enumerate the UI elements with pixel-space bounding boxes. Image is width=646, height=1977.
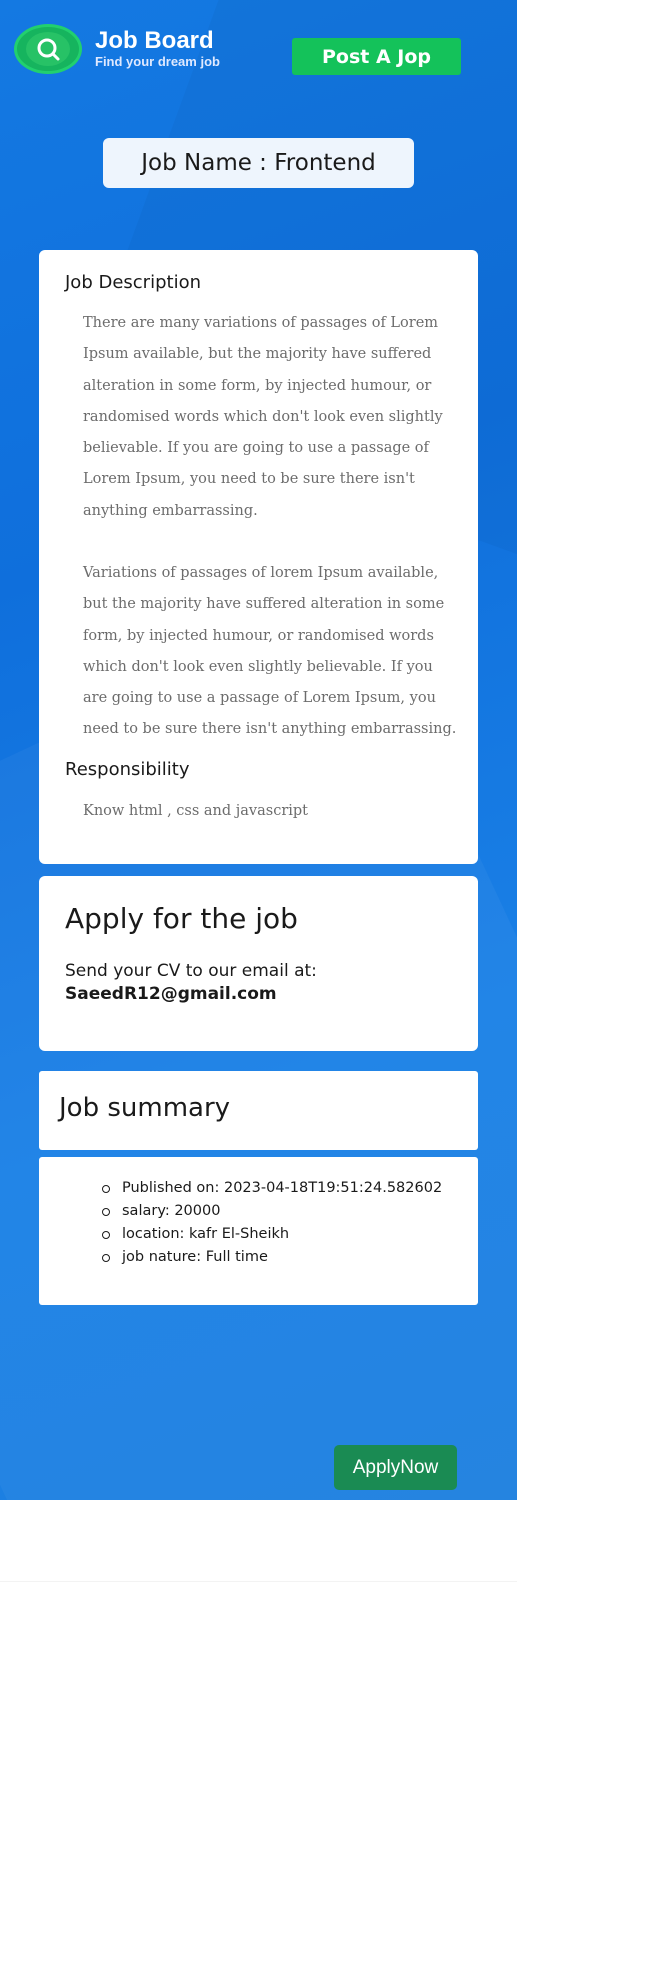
job-summary-title: Job summary <box>59 1093 231 1123</box>
job-summary-body: Published on: 2023-04-18T19:51:24.582602… <box>39 1157 478 1305</box>
job-description-paragraph: Variations of passages of lorem Ipsum av… <box>83 565 457 738</box>
job-summary-header: Job summary <box>39 1071 478 1150</box>
search-icon <box>26 32 70 66</box>
responsibility-text: Know html , css and javascript <box>83 803 309 819</box>
page-background: Job Board Find your dream job Post A Jop… <box>0 0 517 1500</box>
divider <box>0 1581 517 1582</box>
job-name-title: Job Name : Frontend <box>103 138 414 188</box>
job-description-paragraph: There are many variations of passages of… <box>83 315 443 519</box>
brand-subtitle: Find your dream job <box>95 54 220 69</box>
apply-email: SaeedR12@gmail.com <box>65 984 277 1004</box>
post-job-button[interactable]: Post A Jop <box>292 38 461 75</box>
apply-title: Apply for the job <box>65 902 298 935</box>
responsibility-heading: Responsibility <box>65 759 190 780</box>
job-description-card: Job Description There are many variation… <box>39 250 478 864</box>
apply-card: Apply for the job Send your CV to our em… <box>39 876 478 1051</box>
job-description-heading: Job Description <box>65 272 201 293</box>
logo[interactable] <box>14 24 82 74</box>
summary-job-nature: job nature: Full time <box>101 1246 442 1269</box>
brand-title: Job Board <box>95 27 214 54</box>
brand: Job Board Find your dream job <box>95 28 220 70</box>
summary-salary: salary: 20000 <box>101 1200 442 1223</box>
job-summary-list: Published on: 2023-04-18T19:51:24.582602… <box>101 1177 442 1269</box>
apply-instructions: Send your CV to our email at: <box>65 961 317 981</box>
summary-location: location: kafr El-Sheikh <box>101 1223 442 1246</box>
summary-published: Published on: 2023-04-18T19:51:24.582602 <box>101 1177 442 1200</box>
apply-now-button[interactable]: ApplyNow <box>334 1445 457 1490</box>
